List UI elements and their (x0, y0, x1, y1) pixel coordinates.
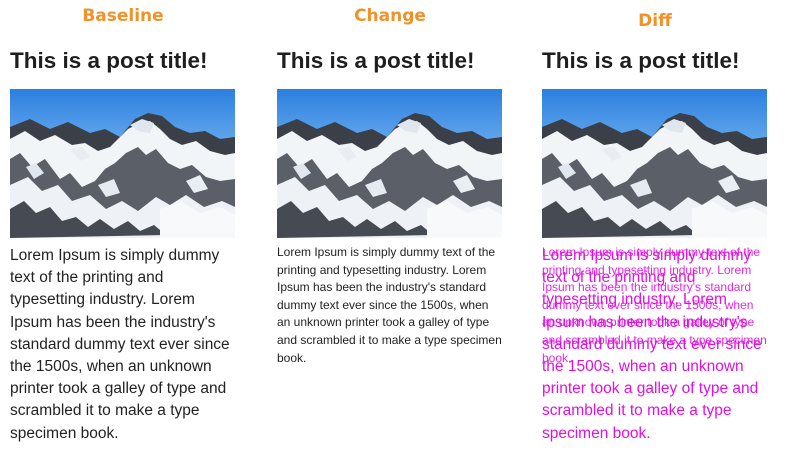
mountain-photo (277, 89, 502, 238)
post-title: This is a post title! (10, 48, 208, 73)
post-body: Lorem Ipsum is simply dummy text of the … (10, 247, 230, 442)
change-label: Change (354, 6, 426, 26)
baseline-label: Baseline (82, 6, 164, 26)
diff-change-text: Lorem Ipsum is simply dummy text of the … (542, 245, 767, 365)
diff-overlay: Lorem Ipsum is simply dummy text of the … (542, 0, 782, 451)
mountain-photo (10, 89, 235, 238)
post-body: Lorem Ipsum is simply dummy text of the … (277, 245, 502, 365)
post-title: This is a post title! (277, 48, 475, 73)
